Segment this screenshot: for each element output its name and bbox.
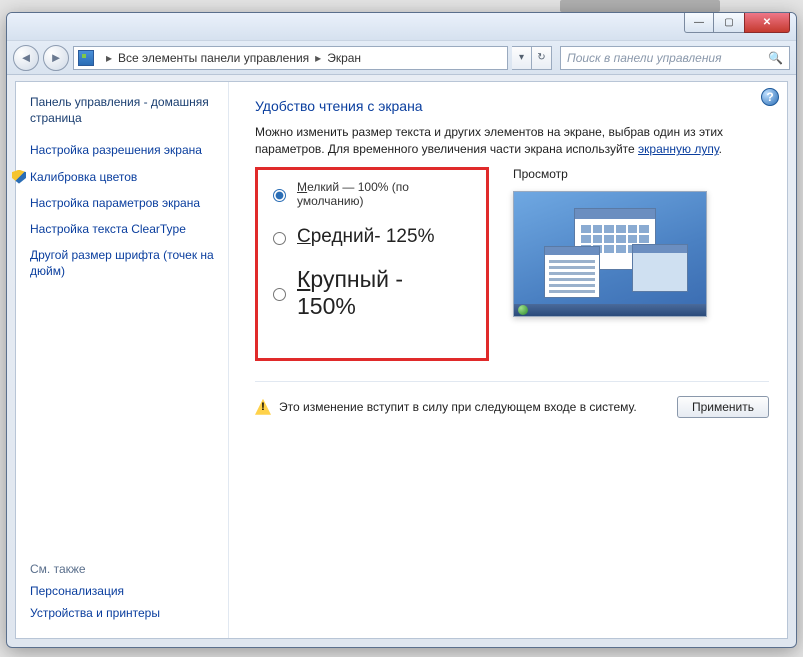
refresh-button[interactable]: ↻ xyxy=(532,46,552,70)
see-also: См. также Персонализация Устройства и пр… xyxy=(30,562,160,628)
address-extras: ▾ ↻ xyxy=(512,46,552,70)
preview-window-icon xyxy=(632,244,688,292)
window: — ▢ ✕ ◄ ► ▸ Все элементы панели управлен… xyxy=(6,12,797,648)
preview-window-icon xyxy=(544,246,600,298)
breadcrumb-sep-icon: ▸ xyxy=(106,51,112,65)
forward-button[interactable]: ► xyxy=(43,45,69,71)
content: Панель управления - домашняя страница На… xyxy=(15,81,788,639)
warning-row: Это изменение вступит в силу при следующ… xyxy=(255,381,769,418)
magnifier-link[interactable]: экранную лупу xyxy=(638,142,719,156)
warning-text: Это изменение вступит в силу при следующ… xyxy=(279,400,669,414)
preview-thumbnail xyxy=(513,191,707,317)
radio-medium-input[interactable] xyxy=(273,232,286,245)
radio-small[interactable]: Мелкий — 100% (по умолчанию) xyxy=(268,180,466,208)
minimize-button[interactable]: — xyxy=(684,13,714,33)
apply-button[interactable]: Применить xyxy=(677,396,769,418)
breadcrumb-dropdown-button[interactable]: ▾ xyxy=(512,46,532,70)
page-description: Можно изменить размер текста и других эл… xyxy=(255,124,769,159)
preview-label: Просмотр xyxy=(513,167,769,181)
back-button[interactable]: ◄ xyxy=(13,45,39,71)
maximize-button[interactable]: ▢ xyxy=(714,13,744,33)
breadcrumb-seg-1[interactable]: Все элементы панели управления xyxy=(118,51,309,65)
breadcrumb-sep-icon: ▸ xyxy=(315,51,321,65)
address-bar[interactable]: ▸ Все элементы панели управления ▸ Экран xyxy=(73,46,508,70)
close-button[interactable]: ✕ xyxy=(744,13,790,33)
help-icon[interactable]: ? xyxy=(761,88,779,106)
titlebar: — ▢ ✕ xyxy=(7,13,796,41)
nav-row: ◄ ► ▸ Все элементы панели управления ▸ Э… xyxy=(7,41,796,75)
scale-options-panel: Мелкий — 100% (по умолчанию) Средний- 12… xyxy=(255,167,489,361)
search-placeholder: Поиск в панели управления xyxy=(567,51,722,65)
search-icon: 🔍 xyxy=(768,51,783,65)
sidebar-link-calibration[interactable]: Калибровка цветов xyxy=(30,169,214,185)
preview-start-icon xyxy=(518,305,528,315)
sidebar-home-link[interactable]: Панель управления - домашняя страница xyxy=(30,94,214,126)
sidebar-link-cleartype[interactable]: Настройка текста ClearType xyxy=(30,221,214,237)
radio-large-input[interactable] xyxy=(273,288,286,301)
sidebar-link-dpi[interactable]: Другой размер шрифта (точек на дюйм) xyxy=(30,247,214,279)
page-title: Удобство чтения с экрана xyxy=(255,98,769,114)
sidebar-link-resolution[interactable]: Настройка разрешения экрана xyxy=(30,142,214,158)
window-buttons: — ▢ ✕ xyxy=(684,13,790,33)
see-also-personalization[interactable]: Персонализация xyxy=(30,584,160,598)
control-panel-icon xyxy=(78,50,94,66)
preview-taskbar-icon xyxy=(514,304,706,316)
radio-small-input[interactable] xyxy=(273,189,286,202)
main-panel: ? Удобство чтения с экрана Можно изменит… xyxy=(228,82,787,638)
search-input[interactable]: Поиск в панели управления 🔍 xyxy=(560,46,790,70)
see-also-header: См. также xyxy=(30,562,160,576)
breadcrumb-seg-2[interactable]: Экран xyxy=(327,51,361,65)
see-also-devices[interactable]: Устройства и принтеры xyxy=(30,606,160,620)
sidebar: Панель управления - домашняя страница На… xyxy=(16,82,228,638)
radio-medium[interactable]: Средний- 125% xyxy=(268,226,466,248)
warning-icon xyxy=(255,399,271,415)
sidebar-link-display-settings[interactable]: Настройка параметров экрана xyxy=(30,195,214,211)
preview-area: Просмотр xyxy=(513,167,769,317)
radio-large[interactable]: Крупный - 150% xyxy=(268,266,466,320)
